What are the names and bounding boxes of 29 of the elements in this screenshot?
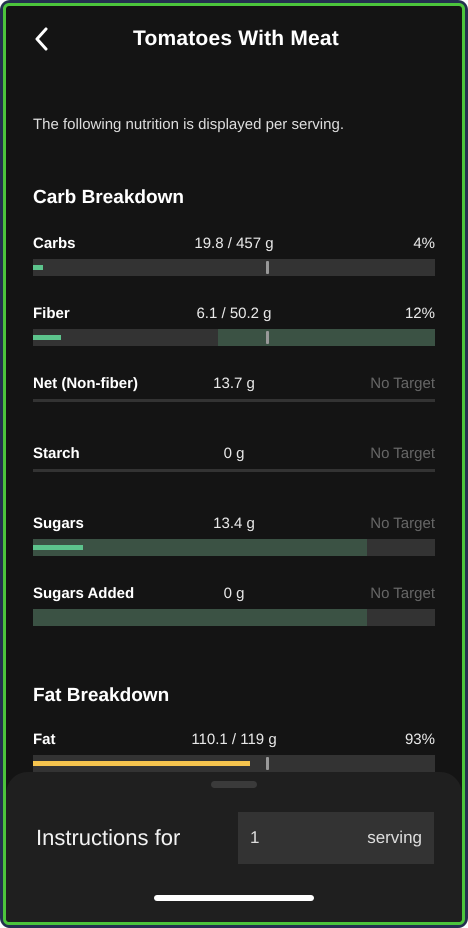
instructions-label: Instructions for xyxy=(36,825,180,851)
nutrient-name: Net (Non-fiber) xyxy=(33,375,139,392)
nutrient-amount: 19.8 / 457 g xyxy=(194,235,274,252)
target-percent: No Target xyxy=(369,375,435,392)
target-percent: No Target xyxy=(369,515,435,532)
nutrient-amount: 0 g xyxy=(224,585,244,602)
nutrient-name: Starch xyxy=(33,445,81,462)
target-percent: 93% xyxy=(404,731,435,748)
drag-handle[interactable] xyxy=(211,781,257,788)
back-icon[interactable] xyxy=(34,27,48,51)
target-percent: No Target xyxy=(369,445,435,462)
target-percent: No Target xyxy=(369,585,435,602)
nutrient-amount: 13.4 g xyxy=(213,515,255,532)
nutrient-name: Sugars Added xyxy=(33,585,136,602)
nutrient-name: Sugars xyxy=(33,515,85,532)
target-percent: 4% xyxy=(412,235,435,252)
serving-field[interactable]: 1 serving xyxy=(238,812,434,864)
section-heading: Carb Breakdown xyxy=(33,187,185,209)
nutrient-amount: 6.1 / 50.2 g xyxy=(196,305,272,322)
nutrient-name: Fiber xyxy=(33,305,71,322)
target-percent: 12% xyxy=(404,305,435,322)
section-heading: Fat Breakdown xyxy=(33,685,170,707)
nutrient-name: Fat xyxy=(33,731,56,748)
nutrient-amount: 0 g xyxy=(224,445,244,462)
nutrient-amount: 13.7 g xyxy=(213,375,255,392)
nutrient-name: Carbs xyxy=(33,235,77,252)
page-title: Tomatoes With Meat xyxy=(132,27,340,51)
serving-note: The following nutrition is displayed per serving. xyxy=(33,116,345,133)
nutrient-amount: 110.1 / 119 g xyxy=(191,731,277,748)
